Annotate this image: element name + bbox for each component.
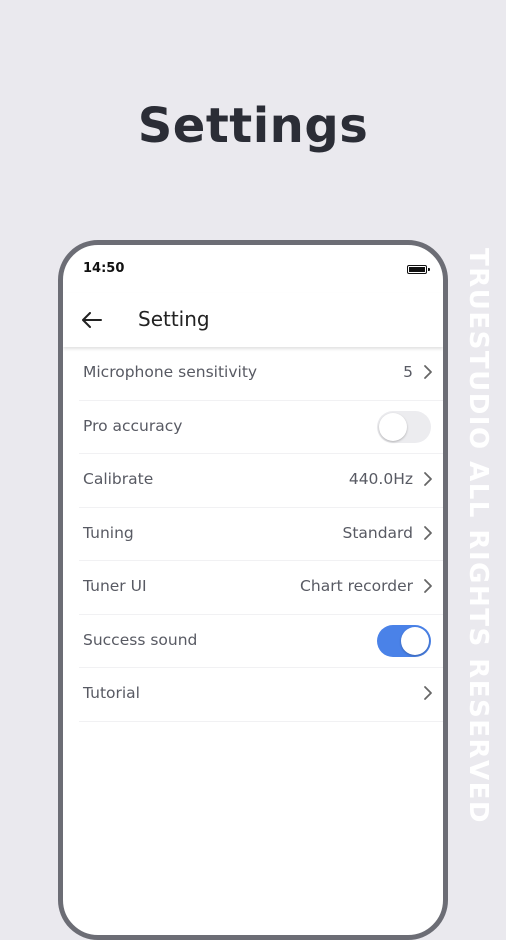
chevron-right-icon: [424, 365, 432, 379]
setting-row-calibrate[interactable]: Calibrate 440.0Hz: [79, 454, 443, 508]
page-title: Setting: [138, 307, 210, 331]
status-bar: 14:50: [63, 245, 443, 293]
setting-row-tutorial[interactable]: Tutorial: [79, 668, 443, 722]
watermark: TRUESTUDIO ALL RIGHTS RESERVED: [450, 230, 506, 842]
setting-value: Standard: [342, 523, 413, 542]
app-bar: Setting: [63, 293, 443, 347]
battery-full-icon: [407, 265, 430, 274]
setting-label: Tuning: [83, 523, 134, 542]
arrow-left-icon: [82, 312, 102, 328]
back-button[interactable]: [75, 303, 109, 337]
chevron-right-icon: [424, 472, 432, 486]
setting-label: Success sound: [83, 630, 198, 649]
phone-frame: 14:50 Setting Microphone sensitivity 5 P…: [58, 240, 448, 940]
setting-value: 5: [403, 363, 413, 381]
setting-row-tuning[interactable]: Tuning Standard: [79, 508, 443, 561]
setting-value: 440.0Hz: [348, 470, 413, 488]
settings-list: Microphone sensitivity 5 Pro accuracy Ca…: [63, 347, 443, 722]
setting-label: Pro accuracy: [83, 416, 183, 435]
setting-row-microphone-sensitivity[interactable]: Microphone sensitivity 5: [79, 347, 443, 401]
setting-value: Chart recorder: [300, 577, 413, 595]
setting-label: Tutorial: [83, 684, 140, 702]
toggle-knob: [379, 412, 407, 441]
chevron-right-icon: [424, 686, 432, 700]
toggle-knob: [401, 626, 429, 655]
setting-row-pro-accuracy: Pro accuracy: [79, 401, 443, 454]
pro-accuracy-toggle[interactable]: [377, 410, 431, 443]
setting-label: Tuner UI: [83, 577, 147, 595]
watermark-text: TRUESTUDIO ALL RIGHTS RESERVED: [463, 248, 493, 824]
success-sound-toggle[interactable]: [377, 624, 431, 657]
chevron-right-icon: [424, 525, 432, 540]
status-time: 14:50: [83, 261, 125, 276]
chevron-right-icon: [424, 579, 432, 593]
setting-row-success-sound: Success sound: [79, 615, 443, 668]
promo-title: Settings: [137, 98, 369, 154]
setting-row-tuner-ui[interactable]: Tuner UI Chart recorder: [79, 561, 443, 615]
setting-label: Microphone sensitivity: [83, 363, 258, 381]
setting-label: Calibrate: [83, 470, 154, 488]
